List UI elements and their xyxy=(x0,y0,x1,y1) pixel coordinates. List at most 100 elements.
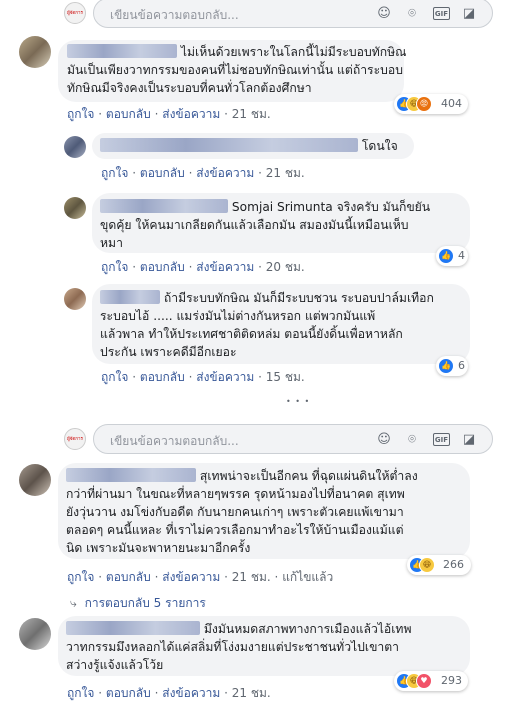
commenter-name[interactable] xyxy=(100,138,358,152)
send-message-link[interactable]: ส่งข้อความ xyxy=(196,166,254,180)
send-message-link[interactable]: ส่งข้อความ xyxy=(196,260,254,274)
like-link[interactable]: ถูกใจ xyxy=(67,686,94,700)
timestamp[interactable]: 21 ชม. xyxy=(232,686,271,700)
camera-icon[interactable]: ⌾ xyxy=(404,432,420,448)
comment-actions: ถูกใจ · ตอบกลับ · ส่งข้อความ · 21 ชม. xyxy=(101,166,305,180)
timestamp[interactable]: 21 ชม. xyxy=(232,570,271,584)
comment-line: ทักษิณมีจริงคงเป็นระบอบที่คนทั่วโลกต้องศ… xyxy=(67,81,312,95)
reaction-count: 6 xyxy=(458,359,465,372)
like-link[interactable]: ถูกใจ xyxy=(101,260,128,274)
comment-line: มันเป็นเพียงวาทกรรมของคนที่ไม่ชอบทักษิณเ… xyxy=(67,63,403,77)
more-dots[interactable]: • • • xyxy=(286,397,310,406)
page-avatar-badge: ผู้จัดการ xyxy=(67,437,83,442)
page-avatar: ผู้จัดการ xyxy=(64,2,86,24)
comment-line: หมา xyxy=(100,236,123,250)
commenter-name[interactable] xyxy=(100,199,228,213)
angry-reaction-icon: 😡 xyxy=(416,96,432,112)
like-link[interactable]: ถูกใจ xyxy=(101,166,128,180)
comment-line: นิด เพราะมันจะพาหายนะมาอีกครั้ง xyxy=(66,541,251,555)
comment-line: ถ้ามีระบบทักษิณ มันก็มีระบบชวน ระบอบปาล์… xyxy=(163,291,434,305)
like-reaction-icon: 👍 xyxy=(438,358,454,374)
commenter-avatar[interactable] xyxy=(19,36,51,68)
commenter-name[interactable] xyxy=(100,290,160,304)
reply-link[interactable]: ตอบกลับ xyxy=(106,570,151,584)
comment-line: โดนใจ xyxy=(361,139,398,153)
emoji-icon[interactable]: ☺ xyxy=(376,6,392,22)
comment-line: แล้วพาล ทำให้ประเทศชาติติดหล่ม ตอนนี้ยัง… xyxy=(100,327,403,341)
view-replies-link[interactable]: ⤷ การตอบกลับ 5 รายการ xyxy=(70,594,206,613)
send-message-link[interactable]: ส่งข้อความ xyxy=(196,370,254,384)
timestamp[interactable]: 21 ชม. xyxy=(232,107,271,121)
reply-link[interactable]: ตอบกลับ xyxy=(140,166,185,180)
comment-line: ยังวุ่นวาน งมโข่งกับอดีต กับนายกคนเก่าๆ … xyxy=(66,505,404,519)
commenter-name[interactable] xyxy=(67,44,177,58)
comment-line: สว่างรู้แจ้งแล้วโว้ย xyxy=(66,658,164,672)
sticker-icon[interactable]: ◪ xyxy=(461,6,477,22)
reply-link[interactable]: ตอบกลับ xyxy=(106,686,151,700)
timestamp[interactable]: 15 ชม. xyxy=(266,370,305,384)
like-link[interactable]: ถูกใจ xyxy=(101,370,128,384)
commenter-avatar[interactable] xyxy=(19,464,51,496)
commenter-name[interactable] xyxy=(66,468,196,482)
comment-text: มึงมันหมดสภาพทางการเมืองแล้วไอ้เทพ วาทกร… xyxy=(66,620,411,674)
comment-line: ขุดคุ้ย ให้คนมาเกลียดกันแล้วเลือกมัน สมอ… xyxy=(100,218,409,232)
reply-link[interactable]: ตอบกลับ xyxy=(106,107,151,121)
sticker-icon[interactable]: ◪ xyxy=(461,432,477,448)
comment-text: Somjai Srimunta จริงครับ มันก็ขยัน ขุดคุ… xyxy=(100,198,430,252)
reply-input[interactable]: เขียนข้อความตอบกลับ... ☺ ⌾ GIF ◪ xyxy=(93,0,493,28)
send-message-link[interactable]: ส่งข้อความ xyxy=(162,570,220,584)
comment-line: ประกัน เพราะคดีมีอีกเยอะ xyxy=(100,345,237,359)
gif-icon[interactable]: GIF xyxy=(433,433,450,446)
comment-text: ถ้ามีระบบทักษิณ มันก็มีระบบชวน ระบอบปาล์… xyxy=(100,289,434,361)
comment-line: สุเทพน่าจะเป็นอีกคน ที่ฉุดแผ่นดินให้ต่ำล… xyxy=(199,469,418,483)
replies-count-label: การตอบกลับ 5 รายการ xyxy=(84,596,206,610)
comment-line: ระบอบไอ้ ..... แมร่งมันไม่ต่างกันหรอก แต… xyxy=(100,309,376,323)
comment-line: Somjai Srimunta จริงครับ มันก็ขยัน xyxy=(231,200,431,214)
like-link[interactable]: ถูกใจ xyxy=(67,570,94,584)
reply-placeholder: เขียนข้อความตอบกลับ... xyxy=(110,434,239,448)
comment-actions: ถูกใจ · ตอบกลับ · ส่งข้อความ · 20 ชม. xyxy=(101,260,305,274)
haha-reaction-icon: 😆 xyxy=(419,557,435,573)
gif-icon[interactable]: GIF xyxy=(433,7,450,20)
like-link[interactable]: ถูกใจ xyxy=(67,107,94,121)
camera-icon[interactable]: ⌾ xyxy=(404,6,420,22)
reaction-summary[interactable]: 👍 😆 ♥ 293 xyxy=(394,671,468,691)
reaction-summary[interactable]: 👍 😆 266 xyxy=(407,555,471,575)
comment-actions: ถูกใจ · ตอบกลับ · ส่งข้อความ · 21 ชม. · … xyxy=(67,570,334,584)
commenter-avatar[interactable] xyxy=(64,288,86,310)
reaction-count: 404 xyxy=(441,97,462,110)
love-reaction-icon: ♥ xyxy=(416,673,432,689)
commenter-avatar[interactable] xyxy=(64,136,86,158)
page-avatar: ผู้จัดการ xyxy=(64,428,86,450)
reply-link[interactable]: ตอบกลับ xyxy=(140,260,185,274)
comment-text: ไม่เห็นด้วยเพราะในโลกนี้ไม่มีระบอบทักษิณ… xyxy=(67,43,406,97)
reaction-summary[interactable]: 👍 😆 😡 404 xyxy=(394,94,468,114)
comment-line: วาทกรรมมึงหลอกได้แค่สลิ่มที่โง่งมงายแต่ป… xyxy=(66,640,400,654)
send-message-link[interactable]: ส่งข้อความ xyxy=(162,107,220,121)
comment-line: ไม่เห็นด้วยเพราะในโลกนี้ไม่มีระบอบทักษิณ xyxy=(180,45,407,59)
comment-line: กว่าที่ผ่านมา ในขณะที่หลายๆพรรค รุดหน้าม… xyxy=(66,487,405,501)
reaction-count: 4 xyxy=(458,249,465,262)
comment-actions: ถูกใจ · ตอบกลับ · ส่งข้อความ · 15 ชม. xyxy=(101,370,305,384)
comment-actions: ถูกใจ · ตอบกลับ · ส่งข้อความ · 21 ชม. xyxy=(67,107,271,121)
commenter-avatar[interactable] xyxy=(19,618,51,650)
commenter-name[interactable] xyxy=(66,621,200,635)
comment-text: สุเทพน่าจะเป็นอีกคน ที่ฉุดแผ่นดินให้ต่ำล… xyxy=(66,467,418,557)
reply-placeholder: เขียนข้อความตอบกลับ... xyxy=(110,8,239,22)
edited-label[interactable]: แก้ไขแล้ว xyxy=(282,570,333,584)
timestamp[interactable]: 20 ชม. xyxy=(266,260,305,274)
comment-line: ตลอดๆ คนนี้แหละ ที่เราไม่ควรเลือกมาทำอะไ… xyxy=(66,523,404,537)
reaction-summary[interactable]: 👍 6 xyxy=(436,356,468,376)
reaction-summary[interactable]: 👍 4 xyxy=(436,246,468,266)
page-avatar-badge: ผู้จัดการ xyxy=(67,11,83,16)
comment-text: โดนใจ xyxy=(100,137,398,155)
commenter-avatar[interactable] xyxy=(64,197,86,219)
comment-line: มึงมันหมดสภาพทางการเมืองแล้วไอ้เทพ xyxy=(203,622,412,636)
emoji-icon[interactable]: ☺ xyxy=(376,432,392,448)
reply-input[interactable]: เขียนข้อความตอบกลับ... ☺ ⌾ GIF ◪ xyxy=(93,424,493,454)
comment-actions: ถูกใจ · ตอบกลับ · ส่งข้อความ · 21 ชม. xyxy=(67,686,271,700)
send-message-link[interactable]: ส่งข้อความ xyxy=(162,686,220,700)
reply-link[interactable]: ตอบกลับ xyxy=(140,370,185,384)
like-reaction-icon: 👍 xyxy=(438,248,454,264)
timestamp[interactable]: 21 ชม. xyxy=(266,166,305,180)
